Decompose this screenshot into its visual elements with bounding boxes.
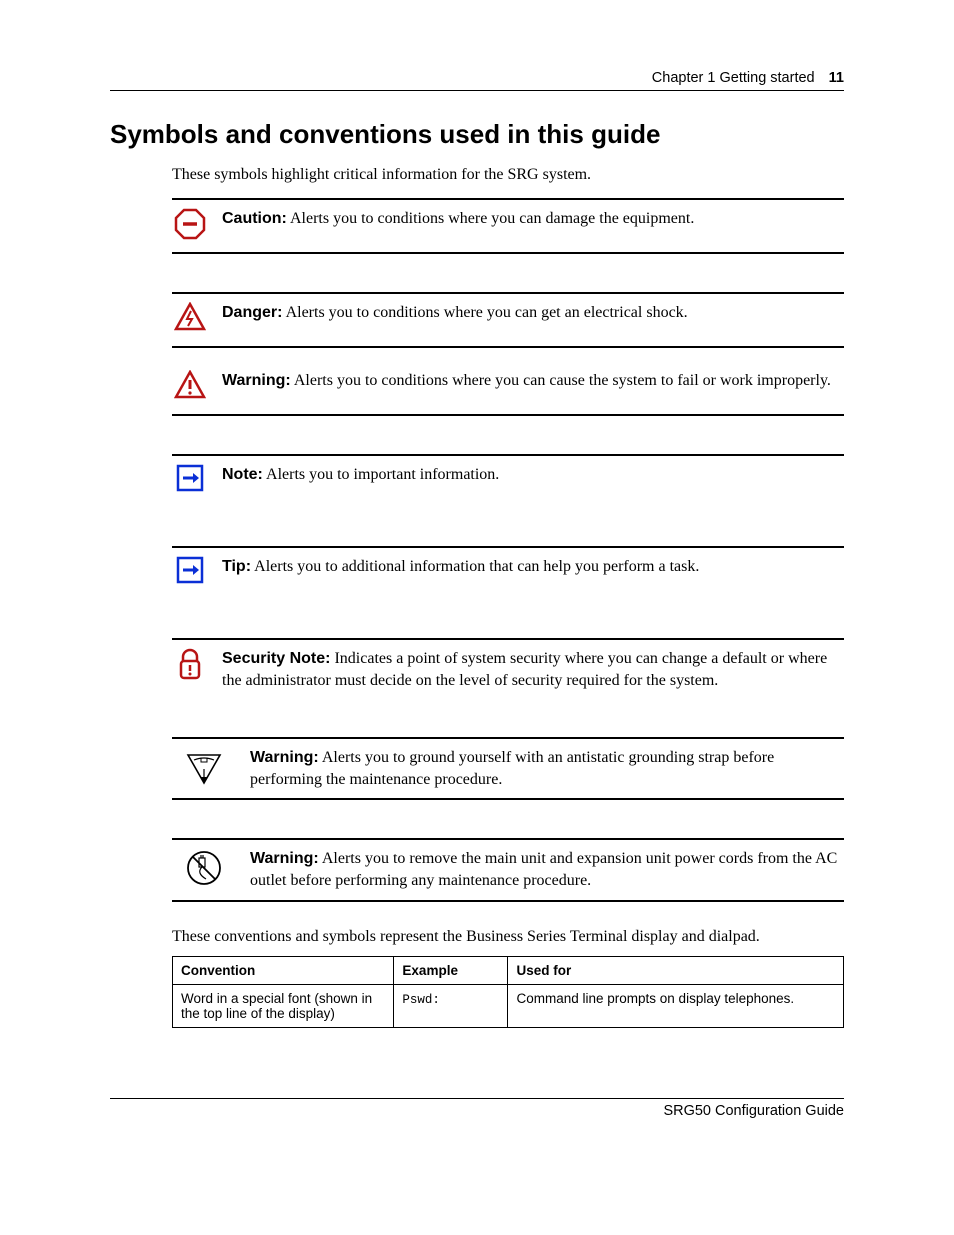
rule [172, 346, 844, 348]
warning-row: Warning: Alerts you to ground yourself w… [172, 739, 844, 798]
rule [172, 798, 844, 800]
symbol-text: Note: Alerts you to important informatio… [222, 464, 844, 486]
symbol-label: Security Note: [222, 650, 330, 667]
symbol-label: Warning: [222, 372, 291, 389]
symbol-text: Danger: Alerts you to conditions where y… [222, 302, 844, 324]
symbol-text: Warning: Alerts you to conditions where … [222, 370, 844, 392]
section-heading: Symbols and conventions used in this gui… [110, 119, 844, 150]
symbol-row: Tip: Alerts you to additional informatio… [172, 548, 844, 600]
symbol-text: Caution: Alerts you to conditions where … [222, 208, 844, 230]
intro-text: These symbols highlight critical informa… [172, 166, 844, 184]
symbol-desc: Alerts you to important information. [263, 466, 499, 483]
symbol-row: Note: Alerts you to important informatio… [172, 456, 844, 508]
warning-block-unplug: Warning: Alerts you to remove the main u… [172, 838, 844, 901]
symbol-label: Note: [222, 466, 263, 483]
conventions-table: Convention Example Used for Word in a sp… [172, 956, 844, 1028]
security-lock-icon [172, 648, 208, 684]
symbol-row: Security Note: Indicates a point of syst… [172, 640, 844, 699]
warning-text: Warning: Alerts you to remove the main u… [250, 848, 844, 891]
symbol-label: Caution: [222, 210, 287, 227]
warning-row: Warning: Alerts you to remove the main u… [172, 840, 844, 899]
example-text: Pswd: [402, 993, 440, 1007]
symbol-row: Caution: Alerts you to conditions where … [172, 200, 844, 252]
symbol-desc: Alerts you to conditions where you can c… [291, 372, 831, 389]
note-arrow-icon [172, 464, 208, 500]
symbol-label: Danger: [222, 304, 282, 321]
chapter-label: Chapter 1 Getting started [652, 70, 815, 86]
rule [172, 414, 844, 416]
symbol-desc: Alerts you to additional information tha… [251, 558, 699, 575]
danger-shock-icon [172, 302, 208, 338]
header-rule [110, 90, 844, 91]
table-row: Word in a special font (shown in the top… [173, 984, 844, 1027]
footer-text: SRG50 Configuration Guide [110, 1103, 844, 1119]
document-page: Chapter 1 Getting started 11 Symbols and… [0, 0, 954, 1189]
symbol-block-tip: Tip: Alerts you to additional informatio… [172, 546, 844, 600]
page-number: 11 [829, 70, 844, 86]
symbol-row: Warning: Alerts you to conditions where … [172, 362, 844, 414]
warning-label: Warning: [250, 850, 319, 867]
symbol-text: Tip: Alerts you to additional informatio… [222, 556, 844, 578]
footer-rule [110, 1098, 844, 1099]
tip-arrow-icon [172, 556, 208, 592]
col-convention-header: Convention [173, 956, 394, 984]
symbol-block-security: Security Note: Indicates a point of syst… [172, 638, 844, 699]
symbol-desc: Alerts you to conditions where you can g… [282, 304, 687, 321]
warning-desc: Alerts you to ground yourself with an an… [250, 749, 774, 788]
conventions-intro: These conventions and symbols represent … [172, 928, 844, 946]
warning-block-antistatic: Warning: Alerts you to ground yourself w… [172, 737, 844, 800]
symbol-text: Security Note: Indicates a point of syst… [222, 648, 844, 691]
warning-label: Warning: [250, 749, 319, 766]
cell-usedfor: Command line prompts on display telephon… [508, 984, 844, 1027]
col-usedfor-header: Used for [508, 956, 844, 984]
antistatic-strap-icon [172, 747, 236, 787]
symbol-block-note: Note: Alerts you to important informatio… [172, 454, 844, 508]
rule [172, 252, 844, 254]
cell-convention: Word in a special font (shown in the top… [173, 984, 394, 1027]
cell-example: Pswd: [394, 984, 508, 1027]
symbol-block-warning: Warning: Alerts you to conditions where … [172, 362, 844, 416]
symbol-block-danger: Danger: Alerts you to conditions where y… [172, 292, 844, 348]
symbol-block-caution: Caution: Alerts you to conditions where … [172, 198, 844, 254]
warning-triangle-icon [172, 370, 208, 406]
unplug-power-icon [172, 848, 236, 888]
symbol-label: Tip: [222, 558, 251, 575]
caution-octagon-icon [172, 208, 208, 244]
table-header-row: Convention Example Used for [173, 956, 844, 984]
symbol-row: Danger: Alerts you to conditions where y… [172, 294, 844, 346]
page-header: Chapter 1 Getting started 11 [110, 70, 844, 86]
warning-text: Warning: Alerts you to ground yourself w… [250, 747, 844, 790]
symbol-desc: Alerts you to conditions where you can d… [287, 210, 694, 227]
rule [172, 900, 844, 902]
warning-desc: Alerts you to remove the main unit and e… [250, 850, 837, 889]
col-example-header: Example [394, 956, 508, 984]
